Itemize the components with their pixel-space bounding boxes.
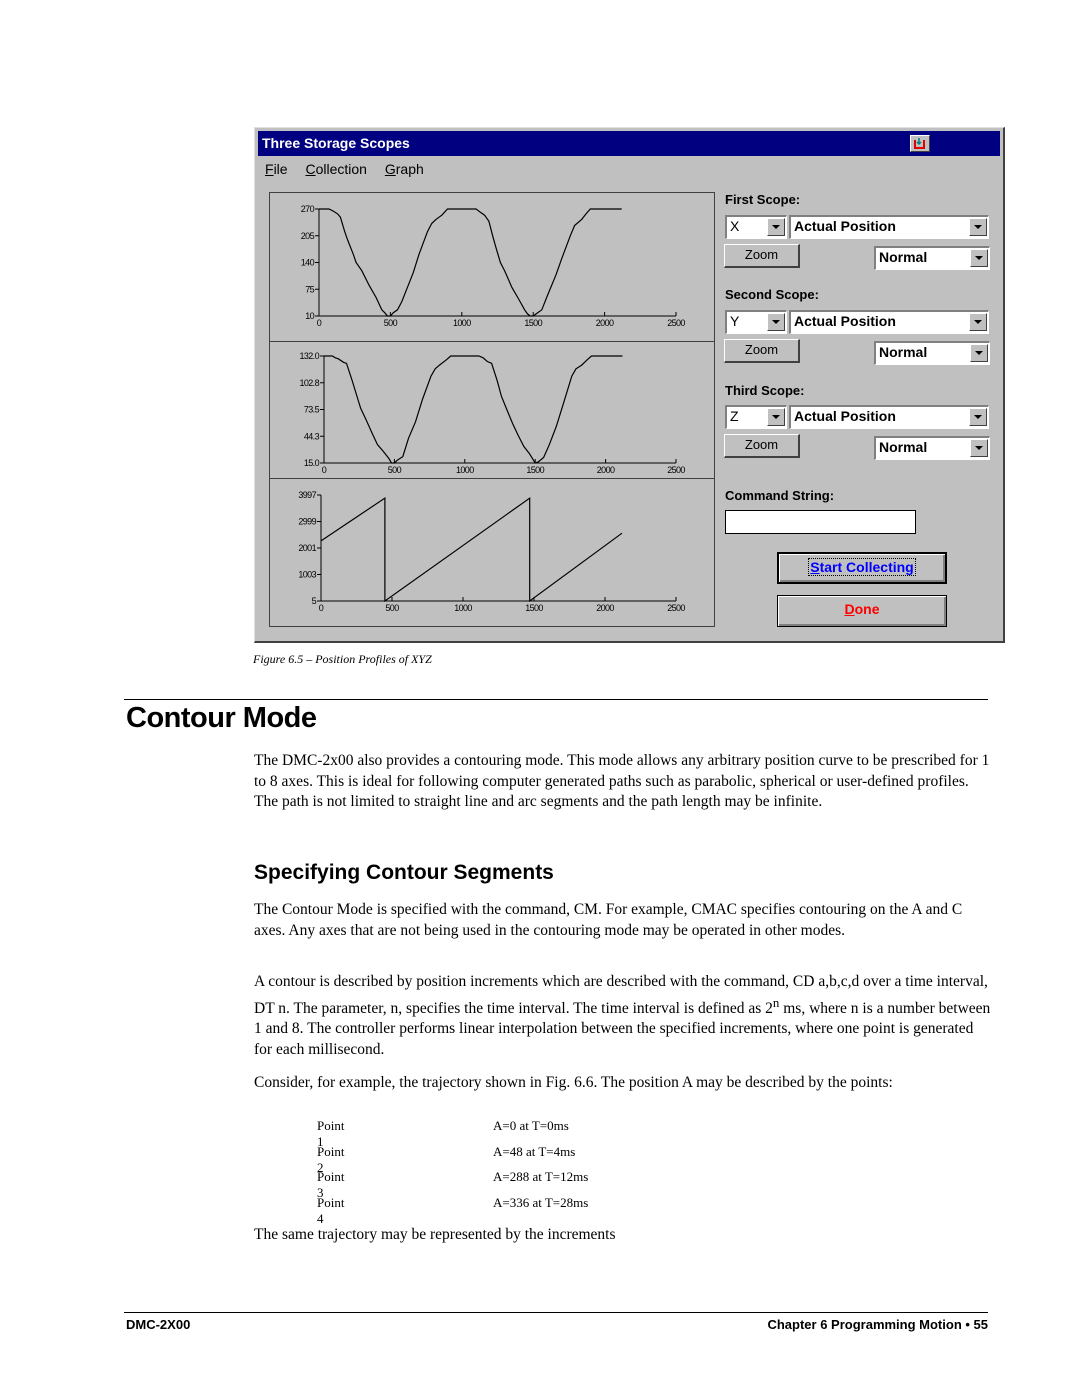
third-scope-zoom-button[interactable]: Zoom xyxy=(724,434,800,458)
menu-graph[interactable]: Graph xyxy=(385,158,424,180)
x-tick-label: 1000 xyxy=(453,318,471,328)
menu-bar: File Collection Graph xyxy=(265,158,438,180)
second-scope-label: Second Scope: xyxy=(725,287,819,302)
third-scope-signal-select[interactable]: Actual Position xyxy=(789,405,989,429)
x-tick-label: 0 xyxy=(319,603,324,613)
x-tick-label: 2000 xyxy=(596,318,614,328)
chevron-down-icon[interactable] xyxy=(970,344,988,362)
window-title: Three Storage Scopes xyxy=(262,135,410,151)
second-scope-axis-select[interactable]: Y xyxy=(725,310,787,334)
x-tick-label: 2000 xyxy=(597,465,615,475)
restore-icon[interactable] xyxy=(910,135,930,152)
first-scope-signal-select[interactable]: Actual Position xyxy=(789,215,989,239)
scope-plots-panel: 10 75 140 205 270 0 500 1000 1500 2000 2500 15.0 44… xyxy=(269,192,715,627)
chevron-down-icon[interactable] xyxy=(969,313,987,331)
scope-plot-z: 5 1003 2001 2999 3997 0 500 1000 1500 2000 2500 xyxy=(270,479,714,626)
y-tick-label: 1003 xyxy=(298,570,316,580)
intro-paragraph: The DMC-2x00 also provides a contouring … xyxy=(254,752,990,810)
footer-product: DMC-2X00 xyxy=(126,1317,191,1332)
chevron-down-icon[interactable] xyxy=(970,249,988,267)
chevron-down-icon[interactable] xyxy=(970,439,988,457)
paragraph-consider: Consider, for example, the trajectory sh… xyxy=(254,1074,893,1091)
done-button[interactable]: Done xyxy=(777,595,947,627)
paragraph-cm-command: The Contour Mode is specified with the c… xyxy=(254,901,963,939)
y-tick-label: 5 xyxy=(312,596,317,606)
x-tick-label: 1500 xyxy=(525,603,543,613)
x-tick-label: 1000 xyxy=(456,465,474,475)
third-scope-axis-select[interactable]: Z xyxy=(725,405,787,429)
x-tick-label: 2500 xyxy=(667,318,685,328)
y-tick-label: 75 xyxy=(305,284,314,294)
third-scope-label: Third Scope: xyxy=(725,383,805,398)
chevron-down-icon[interactable] xyxy=(767,218,785,236)
scope-plot-y: 15.0 44.3 73.5 102.8 132.0 0 500 1000 1500 2000 25… xyxy=(270,342,714,479)
y-tick-label: 140 xyxy=(301,258,315,268)
x-tick-label: 2000 xyxy=(596,603,614,613)
scope-chart-z: 5 1003 2001 2999 3997 0 500 1000 1500 2000 2500 xyxy=(298,490,686,613)
three-storage-scopes-window: Three Storage Scopes File Collection Gra… xyxy=(254,127,1005,643)
y-tick-label: 3997 xyxy=(298,490,316,500)
menu-collection[interactable]: Collection xyxy=(305,158,367,180)
y-tick-label: 205 xyxy=(301,231,315,241)
second-scope-mode-select[interactable]: Normal xyxy=(874,341,990,365)
scope-plot-x: 10 75 140 205 270 0 500 1000 1500 2000 2500 xyxy=(270,193,714,342)
chevron-down-icon[interactable] xyxy=(969,218,987,236)
x-tick-label: 500 xyxy=(388,465,402,475)
paragraph-increments: The same trajectory may be represented b… xyxy=(254,1226,616,1243)
section-divider xyxy=(124,699,988,700)
paragraph-cd-command: A contour is described by position incre… xyxy=(254,973,991,1058)
first-scope-label: First Scope: xyxy=(725,192,801,207)
title-bar: Three Storage Scopes xyxy=(258,131,1000,156)
third-scope-mode-select[interactable]: Normal xyxy=(874,436,990,460)
x-tick-label: 500 xyxy=(384,318,398,328)
x-tick-label: 0 xyxy=(322,465,327,475)
y-tick-label: 44.3 xyxy=(304,431,320,441)
y-tick-label: 102.8 xyxy=(299,378,319,388)
x-tick-label: 1500 xyxy=(526,465,544,475)
start-collecting-button[interactable]: Start Collecting xyxy=(777,552,947,584)
x-tick-label: 0 xyxy=(317,318,322,328)
first-scope-axis-select[interactable]: X xyxy=(725,215,787,239)
second-scope-zoom-button[interactable]: Zoom xyxy=(724,339,800,363)
command-string-label: Command String: xyxy=(725,488,835,503)
second-scope-signal-select[interactable]: Actual Position xyxy=(789,310,989,334)
y-tick-label: 73.5 xyxy=(304,405,320,415)
y-tick-label: 10 xyxy=(305,311,314,321)
scope-chart-y: 15.0 44.3 73.5 102.8 132.0 0 500 1000 1500 2000 25… xyxy=(299,351,686,475)
scope-trace-line xyxy=(324,355,623,464)
y-tick-label: 2999 xyxy=(298,517,316,527)
scope-trace-line xyxy=(319,208,622,317)
first-scope-mode-select[interactable]: Normal xyxy=(874,246,990,270)
chevron-down-icon[interactable] xyxy=(969,408,987,426)
x-tick-label: 1500 xyxy=(524,318,542,328)
chevron-down-icon[interactable] xyxy=(767,313,785,331)
figure-caption: Figure 6.5 – Position Profiles of XYZ xyxy=(253,652,432,666)
command-string-input[interactable] xyxy=(725,510,916,534)
footer-chapter-page: Chapter 6 Programming Motion • 55 xyxy=(767,1317,988,1332)
menu-file[interactable]: File xyxy=(265,158,288,180)
first-scope-zoom-button[interactable]: Zoom xyxy=(724,244,800,268)
y-tick-label: 270 xyxy=(301,204,315,214)
x-tick-label: 1000 xyxy=(454,603,472,613)
y-tick-label: 15.0 xyxy=(304,458,320,468)
x-tick-label: 2500 xyxy=(667,465,685,475)
y-tick-label: 132.0 xyxy=(299,351,319,361)
x-tick-label: 2500 xyxy=(667,603,685,613)
scope-trace-line xyxy=(320,496,623,603)
x-tick-label: 500 xyxy=(385,603,399,613)
y-tick-label: 2001 xyxy=(298,543,316,553)
subsection-title: Specifying Contour Segments xyxy=(254,861,554,884)
section-title: Contour Mode xyxy=(126,702,317,734)
footer-divider xyxy=(124,1312,988,1313)
chevron-down-icon[interactable] xyxy=(767,408,785,426)
scope-chart-x: 10 75 140 205 270 0 500 1000 1500 2000 2500 xyxy=(301,204,686,328)
